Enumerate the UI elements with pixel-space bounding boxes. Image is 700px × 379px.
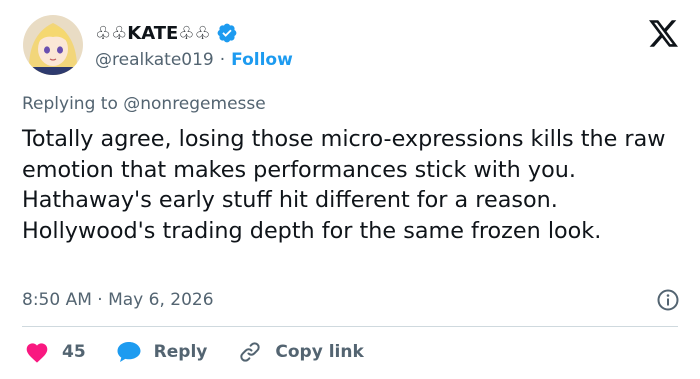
action-bar: 45 Reply Copy link bbox=[24, 338, 394, 366]
reply-button[interactable]: Reply bbox=[116, 339, 208, 365]
link-icon bbox=[237, 339, 263, 365]
copy-link-label: Copy link bbox=[275, 342, 364, 362]
author-handle[interactable]: @realkate019 bbox=[95, 50, 214, 70]
tweet-text: Totally agree, losing those micro-expres… bbox=[22, 126, 666, 244]
separator-dot: · bbox=[219, 50, 226, 70]
avatar[interactable] bbox=[23, 15, 83, 75]
like-count: 45 bbox=[62, 342, 86, 362]
author-handle-row: @realkate019 · Follow bbox=[95, 48, 293, 72]
divider bbox=[22, 326, 678, 327]
heart-icon bbox=[24, 339, 50, 365]
tweet-card: ♧♧KATE♧♧ @realkate019 · Follow Replying … bbox=[0, 0, 700, 379]
author-name-row: ♧♧KATE♧♧ bbox=[95, 20, 238, 46]
info-icon[interactable] bbox=[656, 288, 680, 312]
like-button[interactable]: 45 bbox=[24, 339, 86, 365]
tweet-meta-row: 8:50 AM · May 6, 2026 bbox=[22, 288, 680, 312]
speech-bubble-icon bbox=[116, 339, 142, 365]
display-name[interactable]: ♧♧KATE♧♧ bbox=[95, 23, 211, 44]
copy-link-button[interactable]: Copy link bbox=[237, 339, 364, 365]
x-logo-icon[interactable] bbox=[649, 20, 678, 47]
reply-context: Replying to @nonregemesse bbox=[22, 94, 266, 114]
verified-badge-icon bbox=[216, 22, 238, 44]
timestamp[interactable]: 8:50 AM · May 6, 2026 bbox=[22, 290, 214, 310]
reply-label: Reply bbox=[153, 342, 208, 362]
follow-button[interactable]: Follow bbox=[231, 50, 293, 70]
